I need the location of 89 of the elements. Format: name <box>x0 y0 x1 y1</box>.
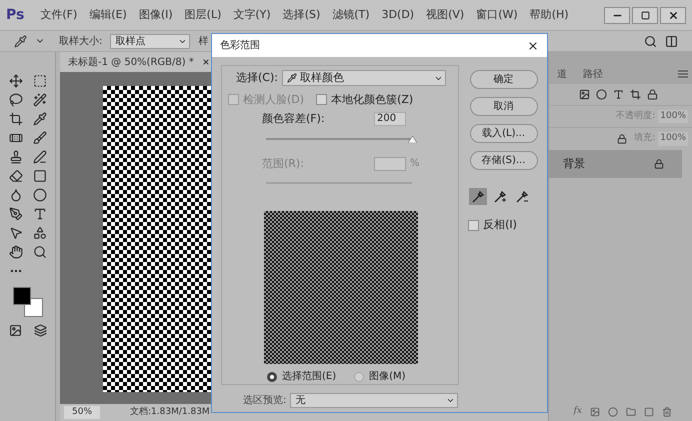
layer-name: 背景 <box>563 156 585 172</box>
type-filter-icon[interactable] <box>613 89 624 100</box>
menu-item[interactable]: 文字(Y) <box>233 6 271 24</box>
workspace-icon[interactable] <box>665 34 678 48</box>
type-icon[interactable] <box>32 207 46 221</box>
pen-line-icon[interactable] <box>32 150 46 164</box>
dialog-button[interactable]: 确定 <box>470 70 538 89</box>
shapes-icon[interactable] <box>32 226 46 240</box>
range-label: 范围(R): <box>262 156 305 172</box>
lasso-icon[interactable] <box>8 93 22 107</box>
menu-item[interactable]: 编辑(E) <box>89 6 127 24</box>
checkbox-label: 本地化颜色簇(Z) <box>331 92 414 108</box>
opacity-field[interactable]: 100% <box>658 110 688 124</box>
close-icon[interactable] <box>202 58 210 66</box>
menu-item[interactable]: 选择(S) <box>282 6 320 24</box>
menu-item[interactable]: 滤镜(T) <box>332 6 370 24</box>
image-filter-icon[interactable] <box>579 89 590 100</box>
magic-wand-icon[interactable] <box>32 93 46 107</box>
lock-filter-icon[interactable] <box>647 89 658 100</box>
circle-filter-icon[interactable] <box>596 89 607 100</box>
fuzziness-label: 颜色容差(F): <box>262 111 326 127</box>
lock-icon[interactable] <box>617 134 628 144</box>
fill-label: 填充: <box>634 132 656 146</box>
slider-thumb[interactable] <box>408 136 417 142</box>
close-icon <box>668 10 678 20</box>
checkbox[interactable] <box>316 94 328 106</box>
menu-item[interactable]: 帮助(H) <box>530 6 569 24</box>
circle-icon[interactable] <box>32 188 46 202</box>
sample-size-label: 取样大小: <box>59 34 102 48</box>
eyedropper-icon[interactable] <box>32 112 46 126</box>
eraser-icon[interactable] <box>8 169 22 183</box>
dialog-button[interactable]: 取消 <box>470 97 538 116</box>
fill-field[interactable]: 100% <box>658 132 688 146</box>
caret-icon <box>446 396 456 405</box>
menu-item[interactable]: 图层(L) <box>184 6 222 24</box>
zoom-level-field[interactable]: 50% <box>64 406 100 420</box>
checkbox-label: 检测人脸(D) <box>243 92 304 108</box>
close-icon[interactable] <box>527 40 539 52</box>
search-icon[interactable] <box>644 34 657 48</box>
crop-icon[interactable] <box>8 112 22 126</box>
eyedropper-tool-button[interactable] <box>468 188 487 205</box>
maximize-button[interactable] <box>632 6 658 24</box>
shape-filter-icon[interactable] <box>630 89 641 100</box>
dialog-title: 色彩范围 <box>220 38 260 53</box>
move-icon[interactable] <box>8 74 22 88</box>
menu-item[interactable]: 图像(I) <box>138 6 173 24</box>
color-swatches-drawing[interactable] <box>12 286 44 318</box>
fuzziness-field[interactable]: 200 <box>374 112 406 126</box>
app-logo: Ps <box>6 6 24 24</box>
select-dropdown[interactable]: 取样颜色 <box>282 70 446 86</box>
eyedropper-icon <box>286 73 297 84</box>
preview-mode-dropdown[interactable]: 无 <box>290 393 458 408</box>
stamp-icon[interactable] <box>8 150 22 164</box>
checkbox-label: 反相(I) <box>483 217 517 233</box>
folder-icon[interactable] <box>626 407 636 417</box>
droplet-icon[interactable] <box>8 188 22 202</box>
document-size-text: 文档:1.83M/1.83M <box>130 406 210 419</box>
sample-label: 样 <box>198 34 208 48</box>
radio-label: 选择范围(E) <box>282 370 336 384</box>
opacity-label: 不透明度: <box>616 110 656 123</box>
dialog-button[interactable]: 存储(S)... <box>470 151 538 170</box>
layer-effects-button[interactable]: fx <box>574 405 582 419</box>
close-button[interactable] <box>660 6 686 24</box>
pen-tool-icon[interactable] <box>8 207 22 221</box>
zoom-icon[interactable] <box>32 245 46 259</box>
radio-button[interactable] <box>267 372 277 382</box>
radio-label: 图像(M) <box>369 370 406 384</box>
preview-mode-label: 选区预览: <box>243 394 286 408</box>
layer-row[interactable]: 背景 <box>549 150 682 178</box>
dashed-rectangle-icon[interactable] <box>32 74 46 88</box>
menu-item[interactable]: 3D(D) <box>382 6 414 24</box>
bandage-icon[interactable] <box>8 131 22 145</box>
dialog-button[interactable]: 载入(L)... <box>470 124 538 143</box>
select-label: 选择(C): <box>236 70 278 86</box>
hand-icon[interactable] <box>8 245 22 259</box>
checkbox[interactable] <box>468 220 480 231</box>
panel-menu-icon[interactable] <box>678 70 688 78</box>
radio-button[interactable] <box>354 372 364 382</box>
brush-icon[interactable] <box>32 131 46 145</box>
sample-size-dropdown[interactable]: 取样点 <box>110 34 190 48</box>
menu-item[interactable]: 窗口(W) <box>476 6 518 24</box>
menu-item[interactable]: 视图(V) <box>426 6 464 24</box>
percent-unit: % <box>410 157 420 172</box>
pointer-icon[interactable] <box>8 226 22 240</box>
lock-icon <box>654 159 664 169</box>
menu-item[interactable]: 文件(F) <box>40 6 78 24</box>
maximize-icon <box>640 10 650 20</box>
eyedropper-icon[interactable] <box>14 34 27 48</box>
trash-icon[interactable] <box>662 407 672 417</box>
